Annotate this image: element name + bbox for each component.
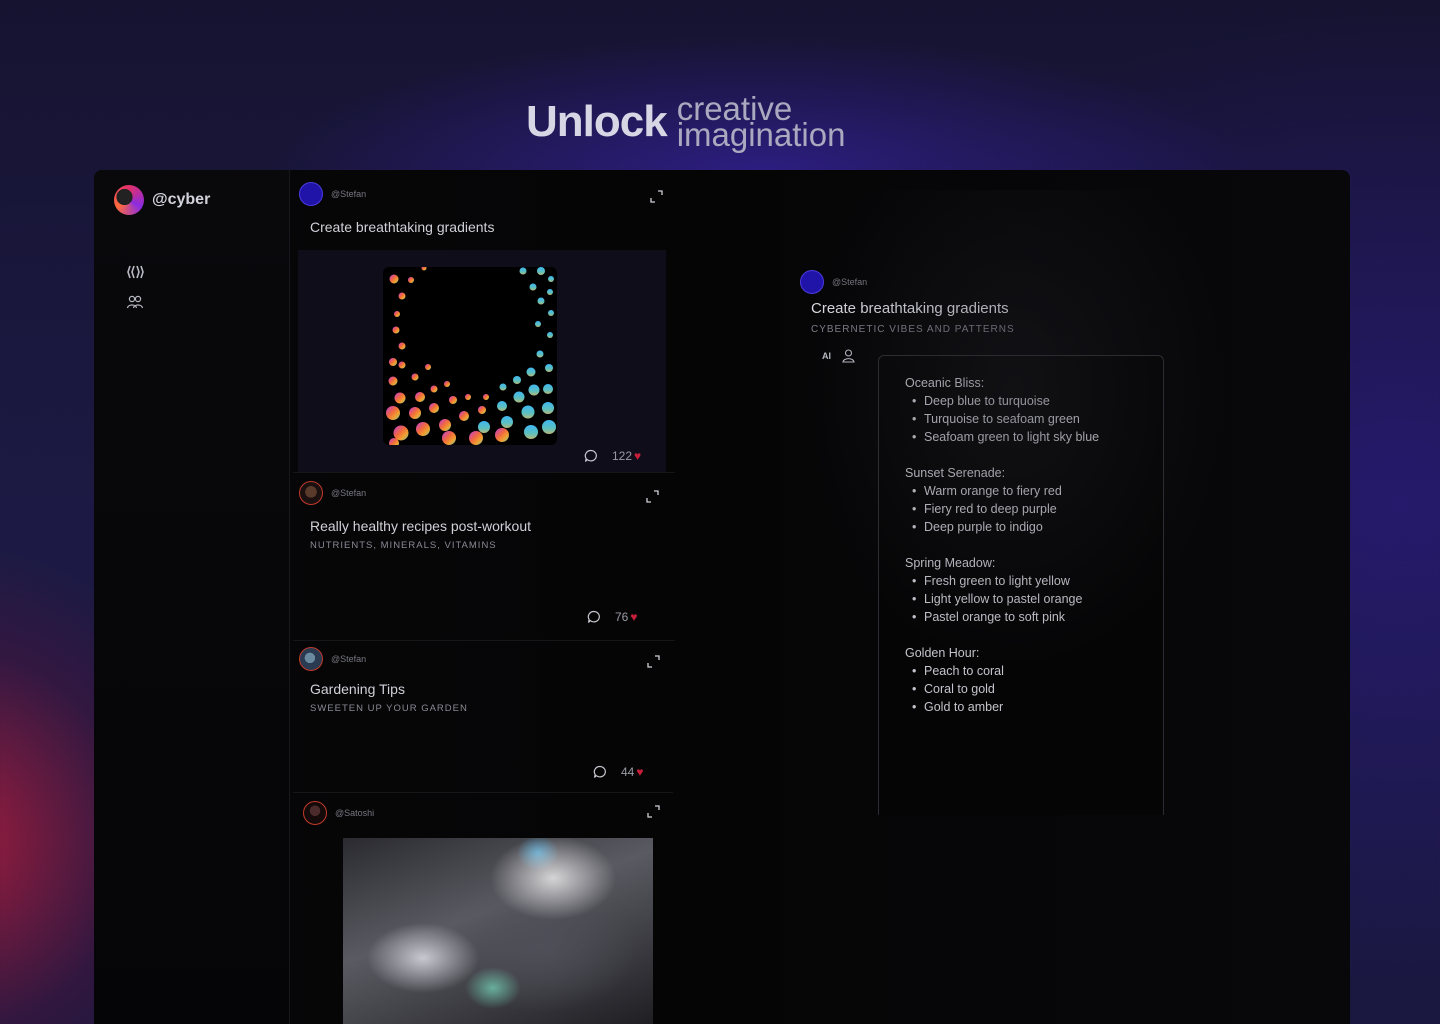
card-title[interactable]: Really healthy recipes post-workout bbox=[310, 518, 531, 534]
chat-bubble-icon[interactable] bbox=[584, 449, 598, 463]
list-item: Fiery red to deep purple bbox=[905, 500, 1137, 518]
hero-light-text: creative imagination bbox=[676, 92, 846, 153]
list-item: Coral to gold bbox=[905, 680, 1137, 698]
expand-icon[interactable] bbox=[647, 805, 660, 818]
card-user[interactable]: @Stefan bbox=[299, 182, 366, 206]
likes-count: 76 bbox=[615, 610, 629, 624]
card-stats: 44 ♥ bbox=[593, 765, 643, 779]
card-user[interactable]: @Stefan bbox=[299, 647, 366, 671]
feed-card[interactable]: @Stefan Really healthy recipes post-work… bbox=[293, 473, 675, 641]
app-window: @cyber @Stefan Create breathtaking gradi… bbox=[94, 170, 1350, 1024]
heart-icon[interactable]: ♥ bbox=[630, 610, 637, 624]
expand-icon[interactable] bbox=[647, 655, 660, 668]
user-avatar[interactable] bbox=[299, 481, 323, 505]
ai-answer-box: Oceanic Bliss: Deep blue to turquoise Tu… bbox=[878, 355, 1164, 815]
feed-list: @Stefan Create breathtaking gradients 12… bbox=[293, 170, 675, 1024]
card-stats: 76 ♥ bbox=[587, 610, 637, 624]
list-item: Pastel orange to soft pink bbox=[905, 608, 1137, 626]
list-item: Turquoise to seafoam green bbox=[905, 410, 1137, 428]
expand-icon[interactable] bbox=[646, 490, 659, 503]
list-item: Seafoam green to light sky blue bbox=[905, 428, 1137, 446]
user-avatar[interactable] bbox=[299, 647, 323, 671]
detail-title: Create breathtaking gradients bbox=[811, 300, 1009, 317]
group-title: Golden Hour: bbox=[905, 646, 980, 660]
group-title: Spring Meadow: bbox=[905, 556, 996, 570]
list-item: Peach to coral bbox=[905, 662, 1137, 680]
ai-label[interactable]: AI bbox=[822, 351, 831, 361]
list-item: Light yellow to pastel orange bbox=[905, 590, 1137, 608]
user-avatar[interactable] bbox=[299, 182, 323, 206]
heart-icon[interactable]: ♥ bbox=[636, 765, 643, 779]
hero-heading: Unlock creative imagination bbox=[526, 92, 846, 153]
card-title[interactable]: Gardening Tips bbox=[310, 681, 405, 697]
gradient-group: Golden Hour: Peach to coral Coral to gol… bbox=[905, 644, 1137, 716]
user-avatar[interactable] bbox=[800, 270, 824, 294]
profile-handle: @cyber bbox=[152, 191, 211, 208]
list-item: Fresh green to light yellow bbox=[905, 572, 1137, 590]
group-title: Sunset Serenade: bbox=[905, 466, 1006, 480]
sidebar-people-icon[interactable] bbox=[126, 293, 144, 311]
detail-user[interactable]: @Stefan bbox=[800, 270, 867, 294]
gradient-group: Oceanic Bliss: Deep blue to turquoise Tu… bbox=[905, 374, 1137, 446]
card-user[interactable]: @Stefan bbox=[299, 481, 366, 505]
list-item: Warm orange to fiery red bbox=[905, 482, 1137, 500]
username[interactable]: @Stefan bbox=[331, 189, 366, 199]
card-stats: 122 ♥ bbox=[584, 449, 641, 463]
user-avatar[interactable] bbox=[303, 801, 327, 825]
user-icon[interactable] bbox=[842, 349, 855, 363]
username[interactable]: @Satoshi bbox=[335, 808, 374, 818]
hero-line-2: imagination bbox=[676, 116, 846, 153]
card-subtitle: SWEETEN UP YOUR GARDEN bbox=[310, 703, 468, 714]
feed-card[interactable]: @Stefan Create breathtaking gradients 12… bbox=[293, 170, 675, 473]
heart-icon[interactable]: ♥ bbox=[634, 449, 641, 463]
robot-image[interactable] bbox=[343, 838, 653, 1024]
list-item: Deep blue to turquoise bbox=[905, 392, 1137, 410]
gradient-group: Spring Meadow: Fresh green to light yell… bbox=[905, 554, 1137, 626]
card-title[interactable]: Create breathtaking gradients bbox=[310, 219, 494, 235]
username[interactable]: @Stefan bbox=[331, 654, 366, 664]
username[interactable]: @Stefan bbox=[331, 488, 366, 498]
list-item: Gold to amber bbox=[905, 698, 1137, 716]
profile[interactable]: @cyber bbox=[114, 185, 210, 215]
avatar[interactable] bbox=[114, 185, 144, 215]
likes-count: 122 bbox=[612, 449, 633, 463]
card-user[interactable]: @Satoshi bbox=[303, 801, 374, 825]
gradient-group: Sunset Serenade: Warm orange to fiery re… bbox=[905, 464, 1137, 536]
chat-bubble-icon[interactable] bbox=[587, 610, 601, 624]
group-title: Oceanic Bliss: bbox=[905, 376, 985, 390]
detail-subtitle: CYBERNETIC VIBES AND PATTERNS bbox=[811, 324, 1015, 335]
list-item: Deep purple to indigo bbox=[905, 518, 1137, 536]
dot-pattern-art bbox=[383, 267, 557, 445]
gradient-image[interactable]: 122 ♥ bbox=[298, 250, 666, 472]
hero-bold-text: Unlock bbox=[526, 97, 668, 146]
username[interactable]: @Stefan bbox=[832, 277, 867, 287]
chat-bubble-icon[interactable] bbox=[593, 765, 607, 779]
sidebar-feed-icon[interactable] bbox=[126, 263, 144, 281]
feed-card[interactable]: @Stefan Gardening Tips SWEETEN UP YOUR G… bbox=[293, 641, 673, 793]
card-subtitle: NUTRIENTS, MINERALS, VITAMINS bbox=[310, 540, 497, 551]
sidebar: @cyber bbox=[94, 170, 290, 1024]
likes-count: 44 bbox=[621, 765, 635, 779]
expand-icon[interactable] bbox=[650, 190, 663, 203]
